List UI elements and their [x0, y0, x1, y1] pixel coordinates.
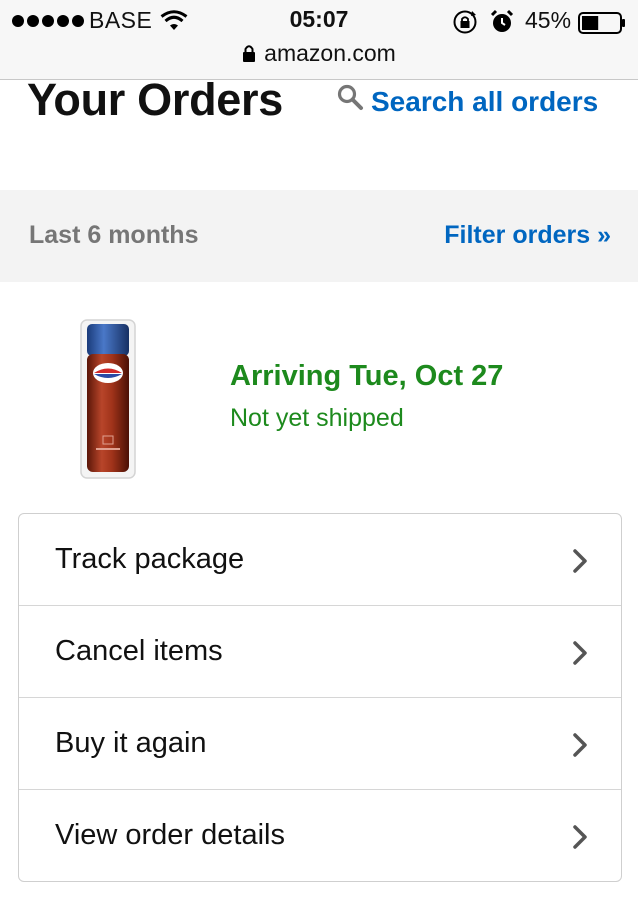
battery-percent: 45% — [525, 7, 572, 33]
track-package-button[interactable]: Track package — [19, 514, 621, 606]
chevron-right-icon — [573, 825, 587, 849]
order-actions-list: Track package Cancel items Buy it again … — [18, 513, 622, 882]
search-all-orders-label: Search all orders — [371, 86, 599, 117]
rotation-lock-icon — [453, 10, 477, 34]
action-label: View order details — [55, 819, 285, 851]
filter-bar: Last 6 months Filter orders » — [0, 190, 638, 282]
action-label: Cancel items — [55, 635, 223, 667]
product-image[interactable] — [76, 318, 140, 480]
arrival-date: Arriving Tue, Oct 27 — [230, 360, 504, 392]
search-all-orders-link[interactable]: Search all orders — [336, 84, 598, 120]
chevron-right-icon — [573, 641, 587, 665]
shipping-status: Not yet shipped — [230, 404, 404, 432]
lock-icon — [243, 45, 256, 62]
time-range-label: Last 6 months — [29, 221, 199, 249]
url-text: amazon.com — [264, 40, 396, 66]
buy-it-again-button[interactable]: Buy it again — [19, 698, 621, 790]
view-order-details-button[interactable]: View order details — [19, 790, 621, 881]
action-label: Track package — [55, 543, 245, 575]
browser-status-bar: BASE 05:07 45% amazon.com — [0, 0, 638, 80]
battery-icon — [578, 12, 625, 34]
page-title: Your Orders — [27, 74, 283, 125]
cancel-items-button[interactable]: Cancel items — [19, 606, 621, 698]
search-icon — [337, 84, 363, 110]
chevron-right-icon — [573, 733, 587, 757]
action-label: Buy it again — [55, 727, 207, 759]
address-bar[interactable]: amazon.com — [0, 40, 638, 72]
filter-orders-link[interactable]: Filter orders » — [444, 221, 611, 250]
alarm-icon — [490, 9, 514, 32]
chevron-right-icon — [573, 549, 587, 573]
